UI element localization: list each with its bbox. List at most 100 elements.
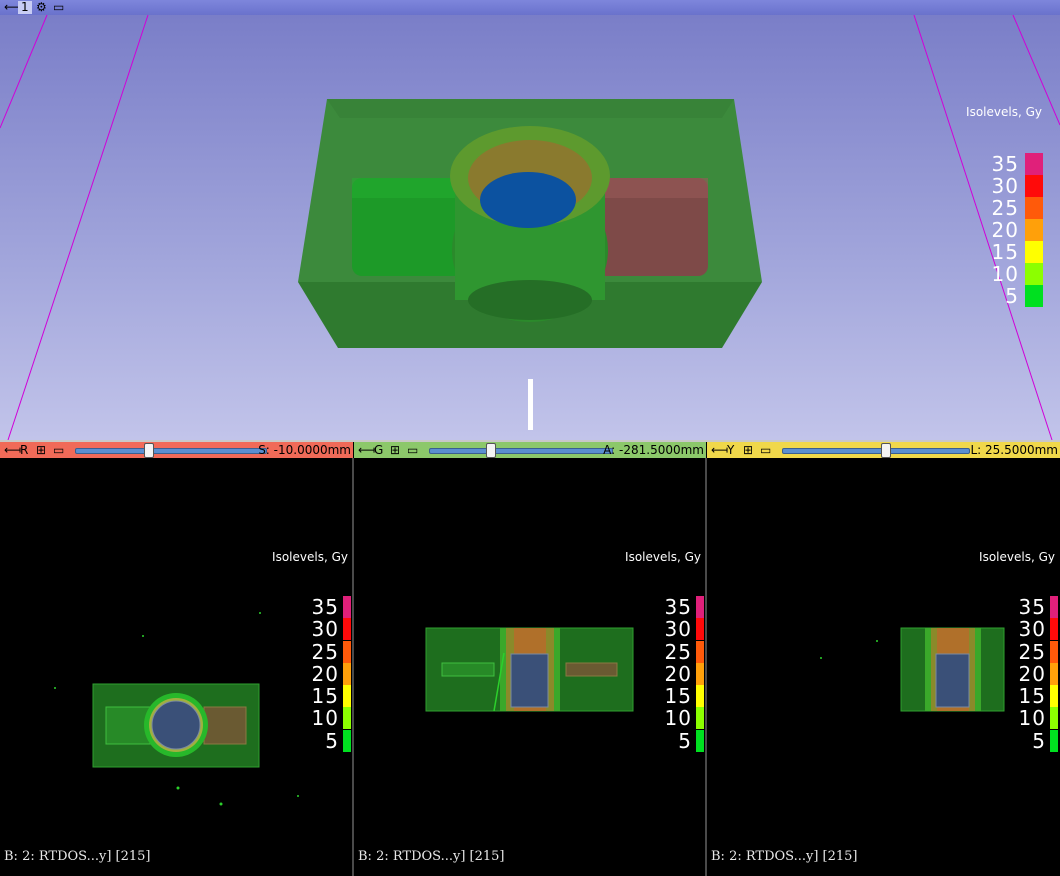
scale-row: 30 bbox=[983, 175, 1043, 197]
scale-row: 30 bbox=[1008, 617, 1058, 642]
green-slice-view[interactable]: Isolevels, Gy 35 30 25 20 15 10 5 B: 2: RTDOS.… bbox=[354, 458, 706, 876]
pin-icon[interactable]: ⟻ bbox=[358, 442, 375, 458]
scale-row: 15 bbox=[983, 241, 1043, 263]
scale-row: 15 bbox=[654, 684, 704, 709]
scale-row: 20 bbox=[983, 219, 1043, 241]
slice-offset-slider[interactable] bbox=[782, 443, 970, 458]
scale-swatch bbox=[1050, 640, 1058, 663]
scale-label: 5 bbox=[678, 728, 692, 753]
isolevels-title: Isolevels, Gy bbox=[966, 105, 1042, 119]
maximize-view-icon[interactable]: ▭ bbox=[53, 442, 64, 458]
scale-swatch bbox=[696, 729, 704, 752]
scale-label: 20 bbox=[991, 218, 1019, 242]
scale-row: 20 bbox=[654, 662, 704, 685]
scale-label: 20 bbox=[1018, 661, 1046, 686]
gear-icon[interactable]: ⚙ bbox=[36, 1, 47, 14]
scale-swatch bbox=[343, 596, 351, 618]
pin-icon[interactable]: ⟻ bbox=[4, 442, 21, 458]
slider-thumb[interactable] bbox=[486, 443, 496, 458]
slice-offset-value: S: -10.0000mm bbox=[258, 443, 351, 457]
scale-label: 35 bbox=[991, 152, 1019, 176]
slice-letter: R bbox=[20, 443, 29, 457]
scale-swatch bbox=[1050, 618, 1058, 641]
scale-label: 5 bbox=[1005, 284, 1019, 308]
scale-label: 30 bbox=[1018, 617, 1046, 642]
maximize-view-icon[interactable]: ▭ bbox=[407, 442, 418, 458]
red-slice-view[interactable]: Isolevels, Gy 35 30 25 20 15 10 5 B: 2: RTDOS.… bbox=[0, 458, 353, 876]
slice-offset-value: L: 25.5000mm bbox=[970, 443, 1058, 457]
scale-label: 5 bbox=[1032, 728, 1046, 753]
scale-label: 15 bbox=[1018, 684, 1046, 709]
isolevels-title: Isolevels, Gy bbox=[979, 550, 1055, 564]
view-layout-number: 1 bbox=[18, 1, 32, 14]
pin-icon[interactable]: ⟻ bbox=[711, 442, 728, 458]
scale-swatch bbox=[696, 707, 704, 730]
scale-label: 35 bbox=[1018, 595, 1046, 619]
scale-row: 15 bbox=[301, 684, 351, 709]
scale-row: 5 bbox=[654, 728, 704, 753]
scale-swatch bbox=[1050, 662, 1058, 685]
scale-swatch bbox=[343, 729, 351, 752]
scale-row: 10 bbox=[1008, 707, 1058, 730]
yellow-slice-controller-bar: ⟻ Y ⊞ ▭ L: 25.5000mm bbox=[707, 442, 1060, 458]
slider-thumb[interactable] bbox=[881, 443, 891, 458]
slice-offset-slider[interactable] bbox=[75, 443, 267, 458]
maximize-view-icon[interactable]: ▭ bbox=[53, 1, 64, 14]
maximize-view-icon[interactable]: ▭ bbox=[760, 442, 771, 458]
scale-swatch bbox=[1025, 175, 1043, 197]
scale-swatch bbox=[343, 685, 351, 708]
scale-swatch bbox=[696, 685, 704, 708]
link-icon[interactable]: ⊞ bbox=[743, 442, 753, 458]
isolevel-color-scale: 35 30 25 20 15 10 5 bbox=[1008, 596, 1058, 752]
scale-swatch bbox=[1025, 153, 1043, 175]
scale-swatch bbox=[343, 640, 351, 663]
scale-row: 10 bbox=[301, 706, 351, 731]
slice-letter: G bbox=[374, 443, 384, 457]
slice-offset-value: A: -281.5000mm bbox=[603, 443, 704, 457]
scale-row: 5 bbox=[983, 285, 1043, 307]
scale-label: 25 bbox=[664, 639, 692, 664]
scale-row: 20 bbox=[301, 661, 351, 686]
scale-row: 5 bbox=[1008, 728, 1058, 753]
isolevel-color-scale: 35 30 25 20 15 10 5 bbox=[301, 596, 351, 752]
scale-swatch bbox=[343, 662, 351, 685]
scale-label: 30 bbox=[664, 617, 692, 642]
scale-label: 30 bbox=[311, 617, 339, 642]
scale-swatch bbox=[1025, 219, 1043, 241]
view-3d[interactable]: Isolevels, Gy 35 30 25 20 15 10 5 bbox=[0, 15, 1060, 440]
slider-thumb[interactable] bbox=[144, 443, 154, 458]
scale-label: 20 bbox=[311, 661, 339, 686]
slice-footer-label: B: 2: RTDOS...y] [215] bbox=[4, 849, 151, 864]
scale-swatch bbox=[1050, 685, 1058, 708]
scale-swatch bbox=[696, 662, 704, 685]
scale-label: 15 bbox=[991, 240, 1019, 264]
link-icon[interactable]: ⊞ bbox=[390, 442, 400, 458]
green-slice-controller-bar: ⟻ G ⊞ ▭ A: -281.5000mm bbox=[354, 442, 706, 458]
scale-label: 30 bbox=[991, 174, 1019, 198]
scale-label: 35 bbox=[664, 595, 692, 619]
scale-label: 25 bbox=[991, 196, 1019, 220]
scale-swatch bbox=[1025, 241, 1043, 263]
scale-row: 10 bbox=[654, 707, 704, 730]
yellow-slice-view[interactable]: Isolevels, Gy 35 30 25 20 15 10 5 B: 2: RTDOS.… bbox=[707, 458, 1060, 876]
isolevels-title: Isolevels, Gy bbox=[625, 550, 701, 564]
link-icon[interactable]: ⊞ bbox=[36, 442, 46, 458]
scale-row: 25 bbox=[654, 639, 704, 664]
scale-row: 35 bbox=[1008, 596, 1058, 618]
scale-label: 10 bbox=[311, 706, 339, 731]
scale-label: 15 bbox=[311, 684, 339, 709]
scale-label: 35 bbox=[311, 595, 339, 619]
scale-swatch bbox=[343, 618, 351, 641]
view3d-controller-bar: ⟻ 1 ⚙ ▭ bbox=[0, 0, 1060, 15]
scale-row: 35 bbox=[654, 596, 704, 618]
scale-swatch bbox=[696, 618, 704, 641]
scale-label: 15 bbox=[664, 684, 692, 709]
scale-row: 35 bbox=[301, 596, 351, 618]
scale-swatch bbox=[1050, 596, 1058, 618]
scale-row: 15 bbox=[1008, 684, 1058, 709]
scale-label: 25 bbox=[1018, 639, 1046, 664]
scale-label: 5 bbox=[325, 728, 339, 753]
scale-label: 10 bbox=[991, 262, 1019, 286]
slice-offset-slider[interactable] bbox=[429, 443, 613, 458]
scale-row: 30 bbox=[654, 617, 704, 642]
